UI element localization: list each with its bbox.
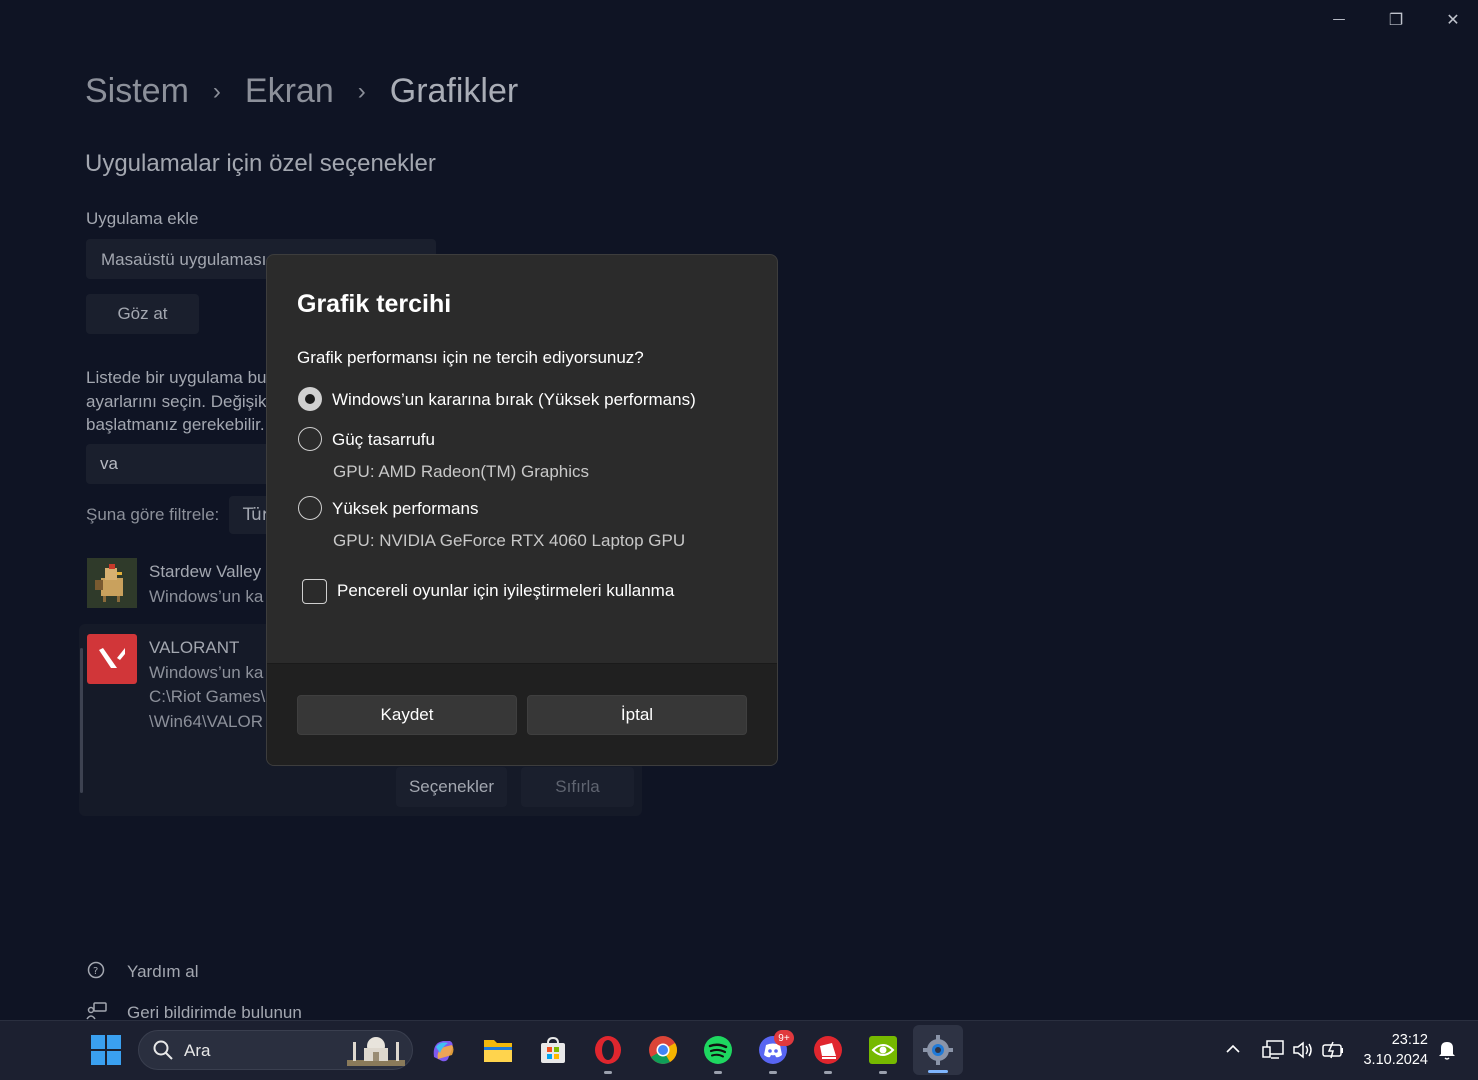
dialog-title: Grafik tercihi [297,290,452,318]
chrome-icon[interactable] [645,1032,681,1068]
chevron-up-icon[interactable] [1224,1040,1242,1058]
breadcrumb-item-ekran[interactable]: Ekran [245,72,334,111]
app-search-input[interactable]: va [86,444,286,484]
radio-high-performance-label[interactable]: Yüksek performans [332,499,478,519]
running-indicator [604,1071,612,1074]
save-button[interactable]: Kaydet [297,695,517,735]
app-status: Windows’un ka [149,662,264,682]
close-button[interactable]: ✕ [1425,0,1478,38]
app-path: C:\Riot Games\ [149,687,266,706]
browse-button[interactable]: Göz at [86,294,199,334]
taj-mahal-icon [347,1034,405,1066]
taskbar-search[interactable]: Ara [138,1030,413,1070]
start-icon[interactable] [90,1034,122,1066]
radio-windows-decide-label[interactable]: Windows’un kararına bırak (Yüksek perfor… [332,390,696,410]
file-explorer-icon[interactable] [480,1032,516,1068]
description-text: Listede bir uygulama bu ayarlarını seçin… [86,368,267,434]
stardew-valley-icon [87,558,137,608]
clock-time: 23:12 [1391,1032,1428,1048]
list-item-stardew[interactable]: Stardew Valley Windows’un ka [79,548,279,618]
section-title: Uygulamalar için özel seçenekler [85,150,436,177]
breadcrumb-item-grafikler: Grafikler [389,72,519,110]
copilot-icon[interactable] [425,1032,461,1068]
discord-notification-badge: 9+ [774,1030,794,1046]
dialog-question: Grafik performansı için ne tercih ediyor… [297,348,644,367]
nvidia-icon[interactable] [865,1032,901,1068]
breadcrumb: Sistem › Ekran › Grafikler [85,72,518,111]
battery-charging-icon[interactable] [1321,1039,1345,1061]
search-placeholder: Ara [184,1041,211,1060]
running-indicator [714,1071,722,1074]
running-indicator [769,1071,777,1074]
active-indicator [928,1070,948,1073]
minimize-button[interactable]: — [1311,0,1367,38]
dialog-footer: Kaydet İptal [267,663,777,765]
running-indicator [879,1071,887,1074]
add-app-label: Uygulama ekle [86,209,199,228]
cancel-button[interactable]: İptal [527,695,747,735]
search-icon [152,1039,174,1061]
opera-icon[interactable] [590,1032,626,1068]
chevron-right-icon: › [357,77,366,105]
options-button[interactable]: Seçenekler [396,767,507,807]
running-indicator [824,1071,832,1074]
microsoft-store-icon[interactable] [535,1032,571,1068]
notification-bell-icon[interactable] [1437,1039,1457,1061]
valorant-icon [87,634,137,684]
restore-button[interactable]: ❐ [1368,0,1424,38]
radio-power-saving-label[interactable]: Güç tasarrufu [332,430,435,450]
filter-label: Şuna göre filtrele: [86,505,220,524]
gpu-power-saving: GPU: AMD Radeon(TM) Graphics [333,462,590,481]
feedback-icon [86,1001,108,1021]
riot-client-icon[interactable] [810,1032,846,1068]
radio-power-saving[interactable] [298,427,322,451]
help-link[interactable]: Yardım al [127,962,199,982]
windowed-games-checkbox-label[interactable]: Pencereli oyunlar için iyileştirmeleri k… [337,581,674,601]
breadcrumb-item-sistem[interactable]: Sistem [85,72,189,111]
reset-button[interactable]: Sıfırla [521,767,634,807]
app-path: \Win64\VALOR [149,711,264,731]
spotify-icon[interactable] [700,1032,736,1068]
app-name: VALORANT [149,638,240,657]
help-icon: ? [86,960,108,982]
radio-high-performance[interactable] [298,496,322,520]
volume-icon[interactable] [1291,1039,1315,1061]
settings-gear-icon[interactable] [920,1032,956,1068]
windowed-games-checkbox[interactable] [302,579,327,604]
app-status: Windows’un ka [149,586,264,606]
svg-text:?: ? [93,966,98,977]
clock[interactable]: 23:12 3.10.2024 [1363,1030,1428,1070]
clock-date: 3.10.2024 [1363,1052,1428,1068]
app-name: Stardew Valley [149,562,262,581]
graphics-preference-dialog: Grafik tercihi Grafik performansı için n… [266,254,778,766]
radio-windows-decide[interactable] [298,387,322,411]
network-icon[interactable] [1261,1039,1285,1061]
scrollbar[interactable] [80,648,83,793]
chevron-right-icon: › [212,77,221,105]
gpu-high-performance: GPU: NVIDIA GeForce RTX 4060 Laptop GPU [333,531,686,550]
